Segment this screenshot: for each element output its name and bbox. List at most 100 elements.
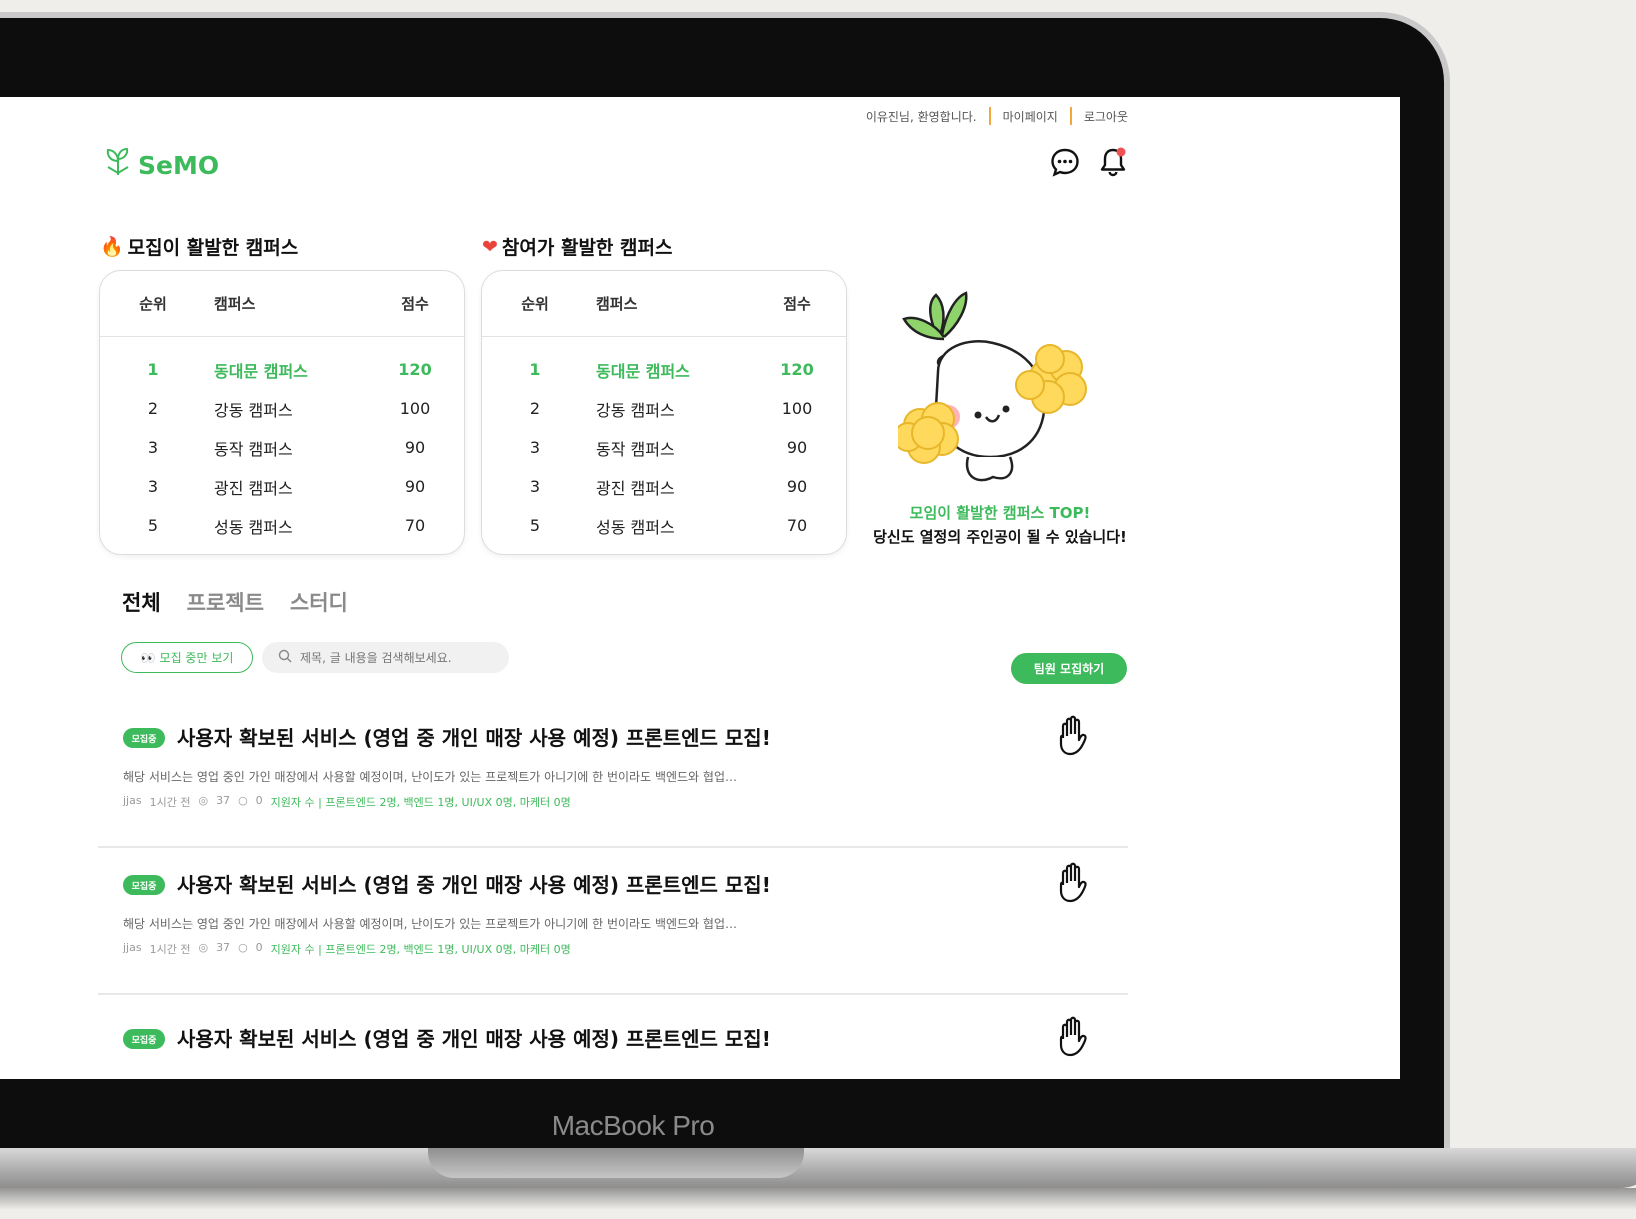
score-cell: 100 [781,399,813,418]
top-nav: 이유진님, 환영합니다. 마이페이지 로그아웃 [866,107,1128,125]
filter-label: 모집 중만 보기 [159,651,234,665]
campus-cell: 동대문 캠퍼스 [596,361,690,381]
score-cell: 70 [404,516,426,535]
laptop-mockup: 이유진님, 환영합니다. 마이페이지 로그아웃 SeMO 🔥 모집이 활발한 캠… [0,0,1636,1219]
rank-cell: 1 [147,360,159,379]
score-cell: 90 [404,477,426,496]
ranking-row[interactable]: 3 동작 캠퍼스 90 [482,428,846,467]
ranking-title-participation: ❤ 참여가 활발한 캠퍼스 [482,233,672,260]
post-divider [98,993,1128,995]
comment-icon: ○ [238,794,248,807]
rank-cell: 3 [147,438,159,457]
category-tabs: 전체 프로젝트 스터디 [122,587,348,617]
bell-icon[interactable] [1096,145,1130,179]
nav-separator [1069,107,1072,125]
search-input[interactable] [300,650,500,665]
promo-line1: 모임이 활발한 캠퍼스 TOP! [909,504,1091,522]
recruiting-only-toggle[interactable]: 👀 모집 중만 보기 [121,642,253,673]
raise-hand-icon[interactable] [1053,714,1093,762]
post-applicants: 지원자 수 | 프론트엔드 2명, 백엔드 1명, UI/UX 0명, 마케터 … [270,943,571,956]
post-time: 1시간 전 [149,943,191,956]
ranking-header: 순위 캠퍼스 점수 [482,271,846,337]
ranking-header: 순위 캠퍼스 점수 [100,271,464,337]
laptop-shadow [0,1188,1636,1210]
rank-cell: 2 [529,399,541,418]
campus-cell: 강동 캠퍼스 [214,400,293,420]
tab-study[interactable]: 스터디 [290,587,348,617]
ranking-row[interactable]: 3 광진 캠퍼스 90 [100,467,464,506]
campus-cell: 동작 캠퍼스 [214,439,293,459]
col-campus: 캠퍼스 [214,295,256,313]
ranking-title-recruit: 🔥 모집이 활발한 캠퍼스 [100,233,298,260]
tab-all[interactable]: 전체 [122,587,161,617]
status-badge: 모집중 [123,875,165,895]
score-cell: 120 [780,360,814,379]
chat-icon[interactable] [1048,145,1082,179]
score-cell: 100 [399,399,431,418]
app-screen: 이유진님, 환영합니다. 마이페이지 로그아웃 SeMO 🔥 모집이 활발한 캠… [0,97,1400,1079]
ranking-title-text: 모집이 활발한 캠퍼스 [127,237,299,259]
promo-line2: 당신도 열정의 주인공이 될 수 있습니다! [873,528,1127,546]
greeting-text: 이유진님, 환영합니다. [865,109,977,124]
raise-hand-icon[interactable] [1053,861,1093,909]
col-score: 점수 [783,295,811,313]
col-rank: 순위 [139,295,167,313]
ranking-row[interactable]: 3 광진 캠퍼스 90 [482,467,846,506]
score-cell: 90 [786,477,808,496]
ranking-row[interactable]: 3 동작 캠퍼스 90 [100,428,464,467]
post-title[interactable]: 사용자 확보된 서비스 (영업 중 개인 매장 사용 예정) 프론트엔드 모집! [177,1023,771,1052]
rank-cell: 5 [147,516,159,535]
score-cell: 90 [404,438,426,457]
search-icon [278,648,292,667]
status-badge: 모집중 [123,728,165,748]
mypage-link[interactable]: 마이페이지 [1003,108,1058,125]
ranking-title-text: 참여가 활발한 캠퍼스 [501,237,673,259]
search-box [262,642,509,673]
ranking-row[interactable]: 2 강동 캠퍼스 100 [100,389,464,428]
laptop-base [0,1148,1636,1188]
tab-project[interactable]: 프로젝트 [187,587,264,617]
post-title[interactable]: 사용자 확보된 서비스 (영업 중 개인 매장 사용 예정) 프론트엔드 모집! [177,869,771,898]
ranking-row[interactable]: 2 강동 캠퍼스 100 [482,389,846,428]
recruit-team-button[interactable]: 팀원 모집하기 [1011,653,1127,684]
rank-cell: 2 [147,399,159,418]
score-cell: 90 [786,438,808,457]
ranking-row[interactable]: 1 동대문 캠퍼스 120 [482,350,846,389]
ranking-card-recruit: 순위 캠퍼스 점수 1 동대문 캠퍼스 120 2 강동 캠퍼스 100 3 동… [99,270,465,555]
rank-cell: 3 [529,438,541,457]
campus-cell: 광진 캠퍼스 [214,478,293,498]
status-badge: 모집중 [123,1029,165,1049]
campus-cell: 성동 캠퍼스 [596,517,675,537]
promo-text: 모임이 활발한 캠퍼스 TOP! 당신도 열정의 주인공이 될 수 있습니다! [870,501,1130,549]
campus-cell: 강동 캠퍼스 [596,400,675,420]
post-item[interactable]: 모집중 사용자 확보된 서비스 (영업 중 개인 매장 사용 예정) 프론트엔드… [98,1015,1128,1079]
sprout-logo-icon [104,147,132,183]
ranking-row[interactable]: 5 성동 캠퍼스 70 [100,506,464,545]
score-cell: 70 [786,516,808,535]
rank-cell: 1 [529,360,541,379]
post-item[interactable]: 모집중 사용자 확보된 서비스 (영업 중 개인 매장 사용 예정) 프론트엔드… [98,714,1128,864]
post-author: jjas [123,794,142,807]
post-comments: 0 [255,794,263,807]
ranking-row[interactable]: 5 성동 캠퍼스 70 [482,506,846,545]
score-cell: 120 [398,360,432,379]
ranking-card-participation: 순위 캠퍼스 점수 1 동대문 캠퍼스 120 2 강동 캠퍼스 100 3 동… [481,270,847,555]
logout-link[interactable]: 로그아웃 [1084,108,1128,125]
post-divider [98,846,1128,848]
post-title[interactable]: 사용자 확보된 서비스 (영업 중 개인 매장 사용 예정) 프론트엔드 모집! [177,722,771,751]
eyes-icon: 👀 [140,650,156,665]
post-time: 1시간 전 [149,796,191,809]
ranking-row[interactable]: 1 동대문 캠퍼스 120 [100,350,464,389]
post-views: 37 [216,794,231,807]
mascot-illustration [893,267,1108,501]
eye-icon: ◎ [198,941,209,954]
comment-icon: ○ [238,941,248,954]
campus-cell: 동대문 캠퍼스 [214,361,308,381]
rank-cell: 3 [147,477,159,496]
device-label: MacBook Pro [551,1110,715,1141]
post-meta: jjas 1시간 전 ◎ 37 ○ 0 지원자 수 | 프론트엔드 2명, 백엔… [123,794,571,810]
raise-hand-icon[interactable] [1053,1015,1093,1063]
logo[interactable]: SeMO [104,147,219,183]
post-item[interactable]: 모집중 사용자 확보된 서비스 (영업 중 개인 매장 사용 예정) 프론트엔드… [98,861,1128,1011]
campus-cell: 성동 캠퍼스 [214,517,293,537]
